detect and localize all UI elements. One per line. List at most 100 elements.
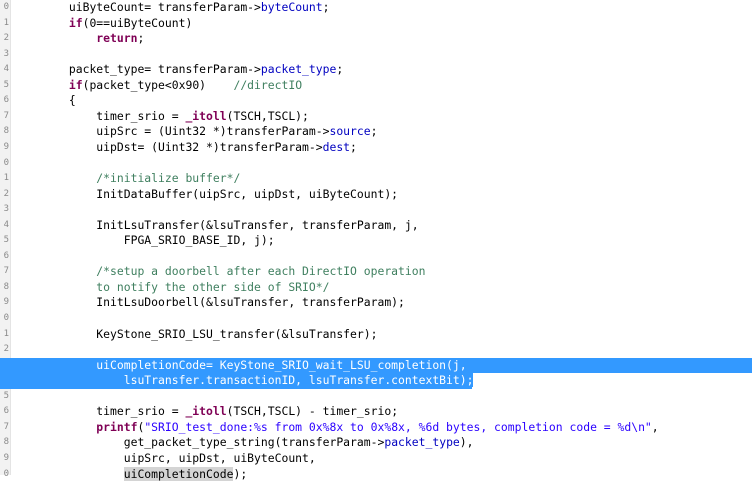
code-token: ; (336, 62, 343, 76)
code-text: if(0==uiByteCount) (14, 16, 192, 32)
code-token: timer_srio = (96, 404, 185, 418)
code-line[interactable]: get_packet_type_string(transferParam->pa… (0, 435, 752, 451)
code-token: InitLsuDoorbell(&lsuTransfer, transferPa… (96, 295, 405, 309)
code-line[interactable]: lsuTransfer.transactionID, lsuTransfer.c… (0, 373, 752, 389)
code-line[interactable]: InitLsuDoorbell(&lsuTransfer, transferPa… (0, 295, 752, 311)
indent (14, 187, 96, 201)
code-line[interactable]: uiCompletionCode); (0, 467, 752, 482)
code-line[interactable]: to notify the other side of SRIO*/ (0, 280, 752, 296)
code-line[interactable]: FPGA_SRIO_BASE_ID, j); (0, 233, 752, 249)
code-line[interactable] (0, 342, 752, 358)
code-token: ; (350, 140, 357, 154)
code-line[interactable]: { (0, 93, 752, 109)
code-text: if(packet_type<0x90) //directIO (14, 78, 302, 94)
code-line[interactable]: timer_srio = _itoll(TSCH,TSCL); (0, 109, 752, 125)
code-text: timer_srio = _itoll(TSCH,TSCL); (14, 109, 309, 125)
code-line[interactable] (0, 249, 752, 265)
indent (14, 62, 69, 76)
code-editor[interactable]: 0123456789012345678901234567890 uiByteCo… (0, 0, 752, 475)
code-token: KeyStone_SRIO_LSU_transfer(&lsuTransfer)… (96, 327, 377, 341)
code-text: return; (14, 31, 144, 47)
code-token: printf (96, 420, 137, 434)
code-token: _itoll (185, 109, 226, 123)
code-line[interactable] (0, 389, 752, 405)
code-line[interactable] (0, 156, 752, 172)
code-line[interactable]: /*setup a doorbell after each DirectIO o… (0, 264, 752, 280)
code-token: byteCount (261, 0, 323, 14)
code-text: InitDataBuffer(uipSrc, uipDst, uiByteCou… (14, 187, 398, 203)
code-line[interactable]: KeyStone_SRIO_LSU_transfer(&lsuTransfer)… (0, 327, 752, 343)
code-line[interactable]: uiCompletionCode= KeyStone_SRIO_wait_LSU… (0, 358, 752, 374)
indent (14, 0, 69, 14)
code-line[interactable]: uipDst= (Uint32 *)transferParam->dest; (0, 140, 752, 156)
code-line[interactable]: packet_type= transferParam->packet_type; (0, 62, 752, 78)
indent (14, 264, 96, 278)
code-line[interactable]: if(packet_type<0x90) //directIO (0, 78, 752, 94)
code-line[interactable] (0, 47, 752, 63)
code-token: /*initialize buffer*/ (96, 171, 240, 185)
code-token: packet_type (384, 435, 459, 449)
code-line[interactable]: uiByteCount= transferParam->byteCount; (0, 0, 752, 16)
code-text: /*initialize buffer*/ (14, 171, 240, 187)
code-line[interactable]: uipSrc = (Uint32 *)transferParam->source… (0, 124, 752, 140)
code-line[interactable]: printf("SRIO_test_done:%s from 0x%8x to … (0, 420, 752, 436)
code-token: InitLsuTransfer(&lsuTransfer, transferPa… (96, 218, 418, 232)
indent (14, 404, 96, 418)
code-token: get_packet_type_string(transferParam-> (124, 435, 385, 449)
code-line[interactable]: timer_srio = _itoll(TSCH,TSCL) - timer_s… (0, 404, 752, 420)
indent (14, 467, 124, 481)
code-token: /*setup a doorbell after each DirectIO o… (96, 264, 425, 278)
code-token: ; (323, 0, 330, 14)
indent (14, 420, 96, 434)
code-text: uipSrc = (Uint32 *)transferParam->source… (14, 124, 377, 140)
code-line[interactable]: InitDataBuffer(uipSrc, uipDst, uiByteCou… (0, 187, 752, 203)
code-token: , (652, 420, 659, 434)
code-token: FPGA_SRIO_BASE_ID, j); (124, 233, 275, 247)
indent (14, 16, 69, 30)
code-token: uiCompletionCode (124, 467, 234, 481)
code-token: lsuTransfer.transactionID, lsuTransfer.c… (14, 373, 473, 387)
indent (14, 93, 69, 107)
code-text: lsuTransfer.transactionID, lsuTransfer.c… (14, 373, 473, 389)
code-token: if (69, 16, 83, 30)
code-token: { (69, 93, 76, 107)
code-text: uipSrc, uipDst, uiByteCount, (14, 451, 316, 467)
code-token: return (96, 31, 137, 45)
code-token: uiByteCount= transferParam-> (69, 0, 261, 14)
code-line[interactable]: if(0==uiByteCount) (0, 16, 752, 32)
code-line[interactable]: /*initialize buffer*/ (0, 171, 752, 187)
code-token: ); (233, 467, 247, 481)
code-line[interactable] (0, 311, 752, 327)
code-token: timer_srio = (96, 109, 185, 123)
indent (14, 78, 69, 92)
code-line[interactable] (0, 202, 752, 218)
code-token: dest (323, 140, 350, 154)
code-line[interactable]: return; (0, 31, 752, 47)
code-token: if (69, 78, 83, 92)
code-token: uiCompletionCode= KeyStone_SRIO_wait_LSU… (96, 358, 466, 372)
indent (14, 435, 124, 449)
code-token: _itoll (185, 404, 226, 418)
code-text: InitLsuDoorbell(&lsuTransfer, transferPa… (14, 295, 405, 311)
code-text: InitLsuTransfer(&lsuTransfer, transferPa… (14, 218, 419, 234)
code-text: get_packet_type_string(transferParam->pa… (14, 435, 474, 451)
indent (14, 295, 96, 309)
code-text: { (14, 93, 76, 109)
code-line[interactable]: InitLsuTransfer(&lsuTransfer, transferPa… (0, 218, 752, 234)
code-token: ; (371, 124, 378, 138)
code-text: uipDst= (Uint32 *)transferParam->dest; (14, 140, 357, 156)
indent (14, 171, 96, 185)
code-token: to notify the other side of SRIO*/ (96, 280, 329, 294)
code-text: uiCompletionCode= KeyStone_SRIO_wait_LSU… (14, 358, 467, 374)
indent (14, 358, 96, 372)
indent (14, 124, 96, 138)
code-text: to notify the other side of SRIO*/ (14, 280, 329, 296)
code-text: /*setup a doorbell after each DirectIO o… (14, 264, 425, 280)
code-line[interactable]: uipSrc, uipDst, uiByteCount, (0, 451, 752, 467)
code-token: packet_type= transferParam-> (69, 62, 261, 76)
code-token: ), (460, 435, 474, 449)
code-token: (TSCH,TSCL) - timer_srio; (227, 404, 398, 418)
indent (14, 140, 96, 154)
code-token: //directIO (233, 78, 302, 92)
code-token: uipSrc = (Uint32 *)transferParam-> (96, 124, 329, 138)
